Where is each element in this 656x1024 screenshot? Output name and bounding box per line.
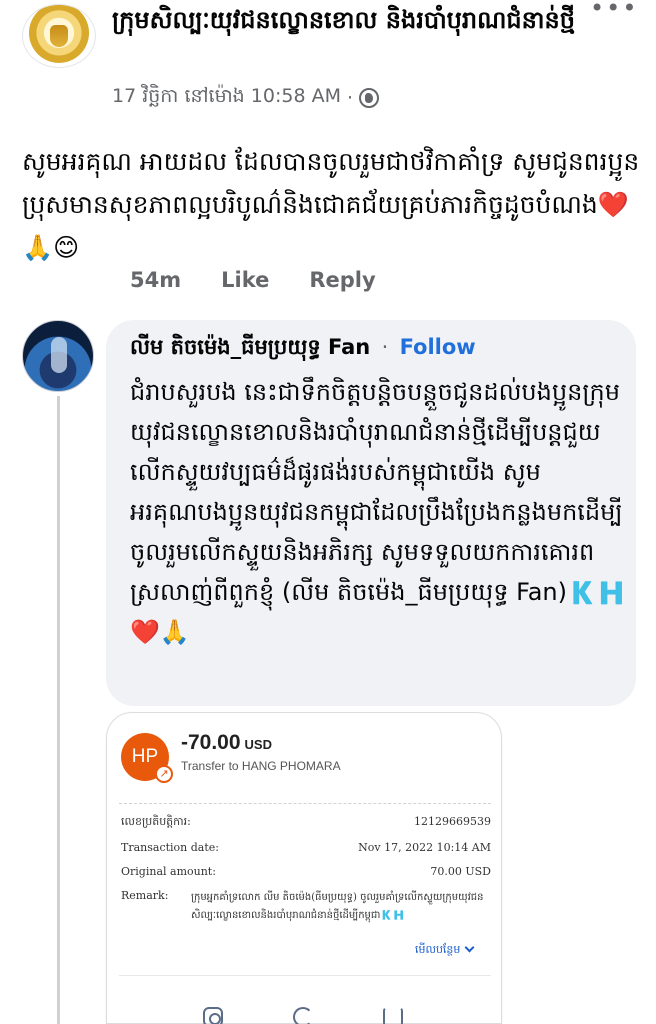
receipt-footer-divider	[119, 975, 491, 976]
comment-header: លីម តិចម៉េង_ធីមប្រយុទ្ធ Fan · Follow	[130, 334, 476, 365]
commenter-avatar[interactable]	[22, 320, 94, 392]
meta-separator: ·	[346, 87, 354, 109]
row-label: Original amount:	[121, 865, 216, 878]
see-more-label: មើលបន្ថែម	[415, 943, 461, 956]
amount-value: -70.00	[181, 731, 241, 754]
more-icon[interactable]: •••	[590, 0, 636, 24]
remark-label: Remark:	[121, 889, 169, 902]
scan-icon	[203, 1007, 223, 1024]
post-header: ក្រុមសិល្បៈយុវជនល្ខោនខោល និងរបាំបុរាណជំន…	[0, 0, 656, 120]
commenter-name[interactable]: លីម តិចម៉េង_ធីមប្រយុទ្ធ Fan	[130, 335, 370, 359]
chevron-down-icon	[464, 942, 475, 953]
receipt-divider	[119, 803, 491, 804]
row-value: 70.00 USD	[430, 865, 491, 878]
see-more-link: មើលបន្ថែម	[415, 942, 475, 959]
globe-icon[interactable]	[359, 88, 380, 108]
like-button[interactable]: Like	[221, 268, 269, 292]
row-label: លេខប្រតិបត្តិការ:	[121, 815, 191, 828]
post-meta: 17 វិច្ឆិកា នៅម៉ោង 10:58 AM ·	[112, 84, 380, 112]
reply-button[interactable]: Reply	[309, 268, 375, 292]
remark-value: ក្រុមអ្នកគាំទ្រលោក លីម តិចម៉េង(ធីមប្រយុទ…	[191, 892, 484, 921]
row-value: Nov 17, 2022 10:14 AM	[358, 841, 491, 854]
row-label: Transaction date:	[121, 841, 219, 854]
post-text: សូមអរគុណ អាយដល ដែលបានចូលរួមជាថវិកាគាំទ្រ…	[22, 147, 640, 262]
receipt-image[interactable]: HP ↗ -70.00 USD Transfer to HANG PHOMARA …	[106, 712, 502, 1024]
comment-bubble: លីម តិចម៉េង_ធីមប្រយុទ្ធ Fan · Follow ជំរ…	[106, 320, 636, 706]
amount-currency: USD	[244, 737, 272, 752]
transfer-recipient: Transfer to HANG PHOMARA	[181, 759, 341, 773]
comment-text: ជំរាបសួរបង នេះជាទឹកចិត្តបន្តិចបន្តួចជូនដ…	[130, 378, 627, 646]
thread-line	[57, 396, 60, 1024]
page-avatar[interactable]	[22, 4, 96, 68]
row-value: 12129669539	[414, 815, 491, 828]
share-icon	[383, 1007, 403, 1024]
transfer-amount: -70.00 USD	[181, 731, 272, 755]
name-separator: ·	[381, 335, 389, 359]
follow-button[interactable]: Follow	[400, 335, 476, 359]
post-actions: 54m Like Reply	[130, 268, 376, 292]
page-name[interactable]: ក្រុមសិល្បៈយុវជនល្ខោនខោល និងរបាំបុរាណជំន…	[112, 2, 582, 38]
repeat-icon	[293, 1007, 313, 1024]
transfer-arrow-icon: ↗	[155, 765, 173, 783]
post-timestamp[interactable]: 17 វិច្ឆិកា នៅម៉ោង 10:58 AM	[112, 84, 341, 112]
comment-age: 54m	[130, 268, 182, 292]
